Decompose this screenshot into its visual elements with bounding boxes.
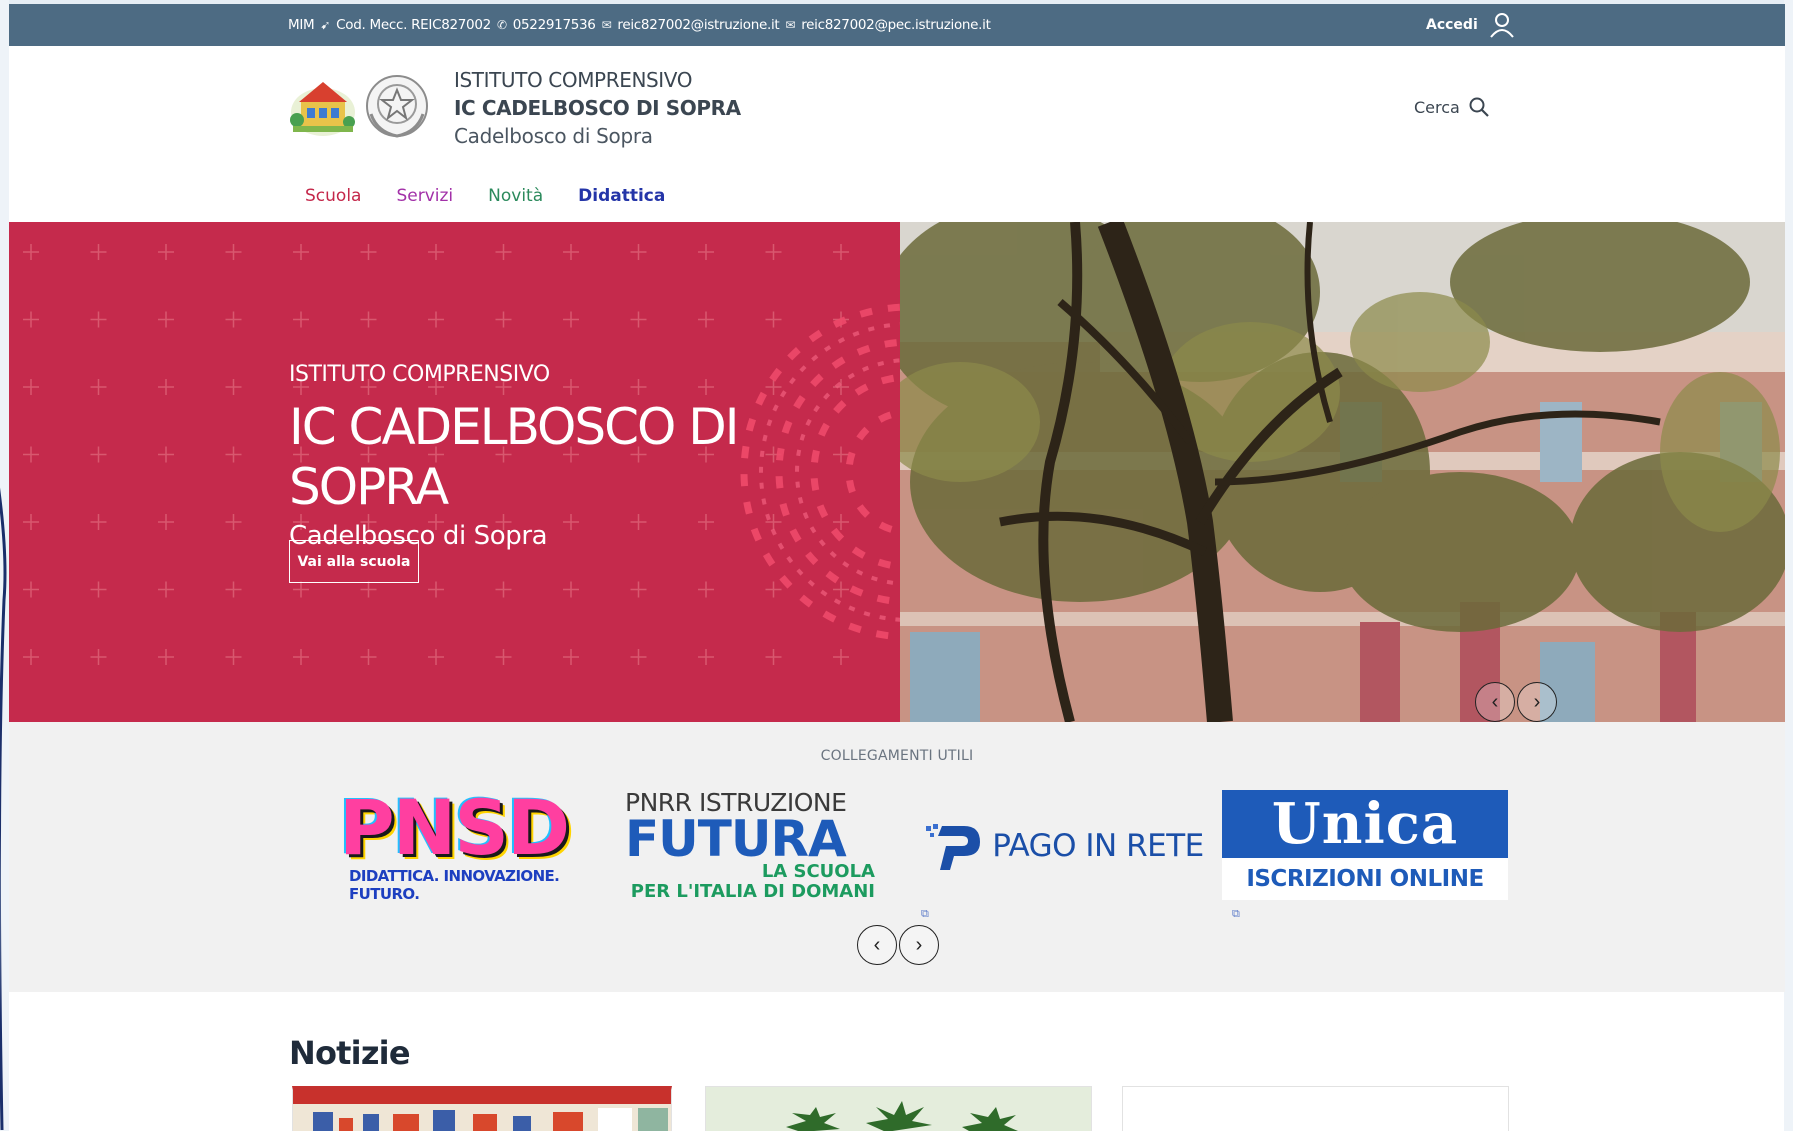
- school-location: Cadelbosco di Sopra: [454, 124, 653, 148]
- nav-item-didattica[interactable]: Didattica: [578, 186, 665, 206]
- login-button[interactable]: Accedi: [1426, 4, 1516, 46]
- external-link-icon: ➹: [320, 18, 331, 32]
- hero-carousel: ISTITUTO COMPRENSIVO IC CADELBOSCO DI SO…: [9, 222, 1785, 722]
- search-label: Cerca: [1414, 97, 1460, 117]
- futura-line3: LA SCUOLA: [761, 861, 875, 882]
- phone-number[interactable]: 0522917536: [513, 17, 596, 33]
- login-label: Accedi: [1426, 17, 1478, 33]
- search-button[interactable]: Cerca: [1414, 96, 1490, 118]
- pec-link[interactable]: reic827002@pec.istruzione.it: [801, 17, 991, 33]
- go-to-school-button[interactable]: Vai alla scuola: [289, 540, 419, 583]
- unica-brand: Unica: [1222, 790, 1508, 858]
- external-link-icon: ⧉: [1232, 908, 1240, 920]
- news-card[interactable]: [1122, 1086, 1509, 1131]
- top-bar: MIM ➹ Cod. Mecc. REIC827002 ✆ 0522917536…: [9, 4, 1785, 46]
- links-next-button[interactable]: ›: [899, 925, 939, 965]
- pnsd-link[interactable]: PNSD DIDATTICA. INNOVAZIONE. FUTURO.: [291, 788, 579, 904]
- ministry-link[interactable]: MIM: [288, 17, 315, 33]
- pago-in-rete-link[interactable]: PAGO IN RETE: [914, 788, 1214, 904]
- chevron-right-icon: ›: [915, 933, 923, 956]
- hero-overline: ISTITUTO COMPRENSIVO: [289, 362, 550, 387]
- nav-item-scuola[interactable]: Scuola: [305, 186, 361, 206]
- page: MIM ➹ Cod. Mecc. REIC827002 ✆ 0522917536…: [0, 0, 1793, 1131]
- mecc-code: Cod. Mecc. REIC827002: [336, 17, 491, 33]
- news-title: Notizie: [289, 1034, 411, 1072]
- links-prev-button[interactable]: ‹: [857, 925, 897, 965]
- news-card[interactable]: [292, 1086, 672, 1131]
- futura-line4: PER L'ITALIA DI DOMANI: [630, 881, 875, 902]
- search-icon: [1469, 97, 1489, 117]
- news-card-image: [293, 1090, 671, 1131]
- phone-icon: ✆: [496, 18, 507, 32]
- chevron-left-icon: ‹: [1491, 690, 1499, 713]
- main-nav: Scuola Servizi Novità Didattica: [305, 186, 665, 206]
- mail-icon: ✉: [785, 18, 796, 32]
- user-icon: [1489, 13, 1514, 38]
- school-title: IC CADELBOSCO DI SOPRA: [454, 96, 741, 120]
- pnsd-logo-text: PNSD: [339, 783, 570, 872]
- hero-text: ISTITUTO COMPRENSIVO IC CADELBOSCO DI SO…: [289, 362, 900, 551]
- news-card-image: [706, 1087, 1091, 1131]
- contact-info: MIM ➹ Cod. Mecc. REIC827002 ✆ 0522917536…: [288, 4, 991, 46]
- unica-subtitle: ISCRIZIONI ONLINE: [1246, 866, 1484, 892]
- hero-panel: ISTITUTO COMPRENSIVO IC CADELBOSCO DI SO…: [9, 222, 900, 722]
- hero-next-button[interactable]: ›: [1517, 682, 1557, 722]
- nav-item-novita[interactable]: Novità: [488, 186, 543, 206]
- pago-in-rete-logo-icon: [926, 824, 981, 870]
- frame-right-border: [1784, 0, 1793, 1131]
- external-link-icon: ⧉: [921, 908, 929, 920]
- nav-item-servizi[interactable]: Servizi: [396, 186, 453, 206]
- mail-icon: ✉: [601, 18, 612, 32]
- school-logo: [290, 82, 355, 136]
- chevron-right-icon: ›: [1533, 690, 1541, 713]
- news-card[interactable]: [705, 1086, 1092, 1131]
- pnsd-tagline: DIDATTICA. INNOVAZIONE. FUTURO.: [349, 867, 560, 903]
- pago-in-rete-text: PAGO IN RETE: [992, 828, 1204, 864]
- school-type: ISTITUTO COMPRENSIVO: [454, 68, 693, 92]
- school-name[interactable]: ISTITUTO COMPRENSIVO IC CADELBOSCO DI SO…: [454, 66, 741, 150]
- hero-title: IC CADELBOSCO DI SOPRA: [289, 398, 740, 516]
- email-link[interactable]: reic827002@istruzione.it: [617, 17, 779, 33]
- logos[interactable]: [289, 70, 431, 142]
- futura-line2: FUTURA: [625, 810, 847, 868]
- school-building-photo: [900, 222, 1785, 722]
- useful-links-title: COLLEGAMENTI UTILI: [820, 748, 974, 764]
- useful-links-section: COLLEGAMENTI UTILI PNSD DIDATTICA. INNOV…: [9, 722, 1785, 992]
- unica-link[interactable]: Unica ISCRIZIONI ONLINE: [1222, 790, 1508, 900]
- republic-emblem: [366, 75, 428, 138]
- futura-link[interactable]: PNRR ISTRUZIONE FUTURA LA SCUOLA PER L'I…: [625, 788, 875, 904]
- chevron-left-icon: ‹: [873, 933, 881, 956]
- site-header: ISTITUTO COMPRENSIVO IC CADELBOSCO DI SO…: [9, 46, 1785, 222]
- hero-prev-button[interactable]: ‹: [1475, 682, 1515, 722]
